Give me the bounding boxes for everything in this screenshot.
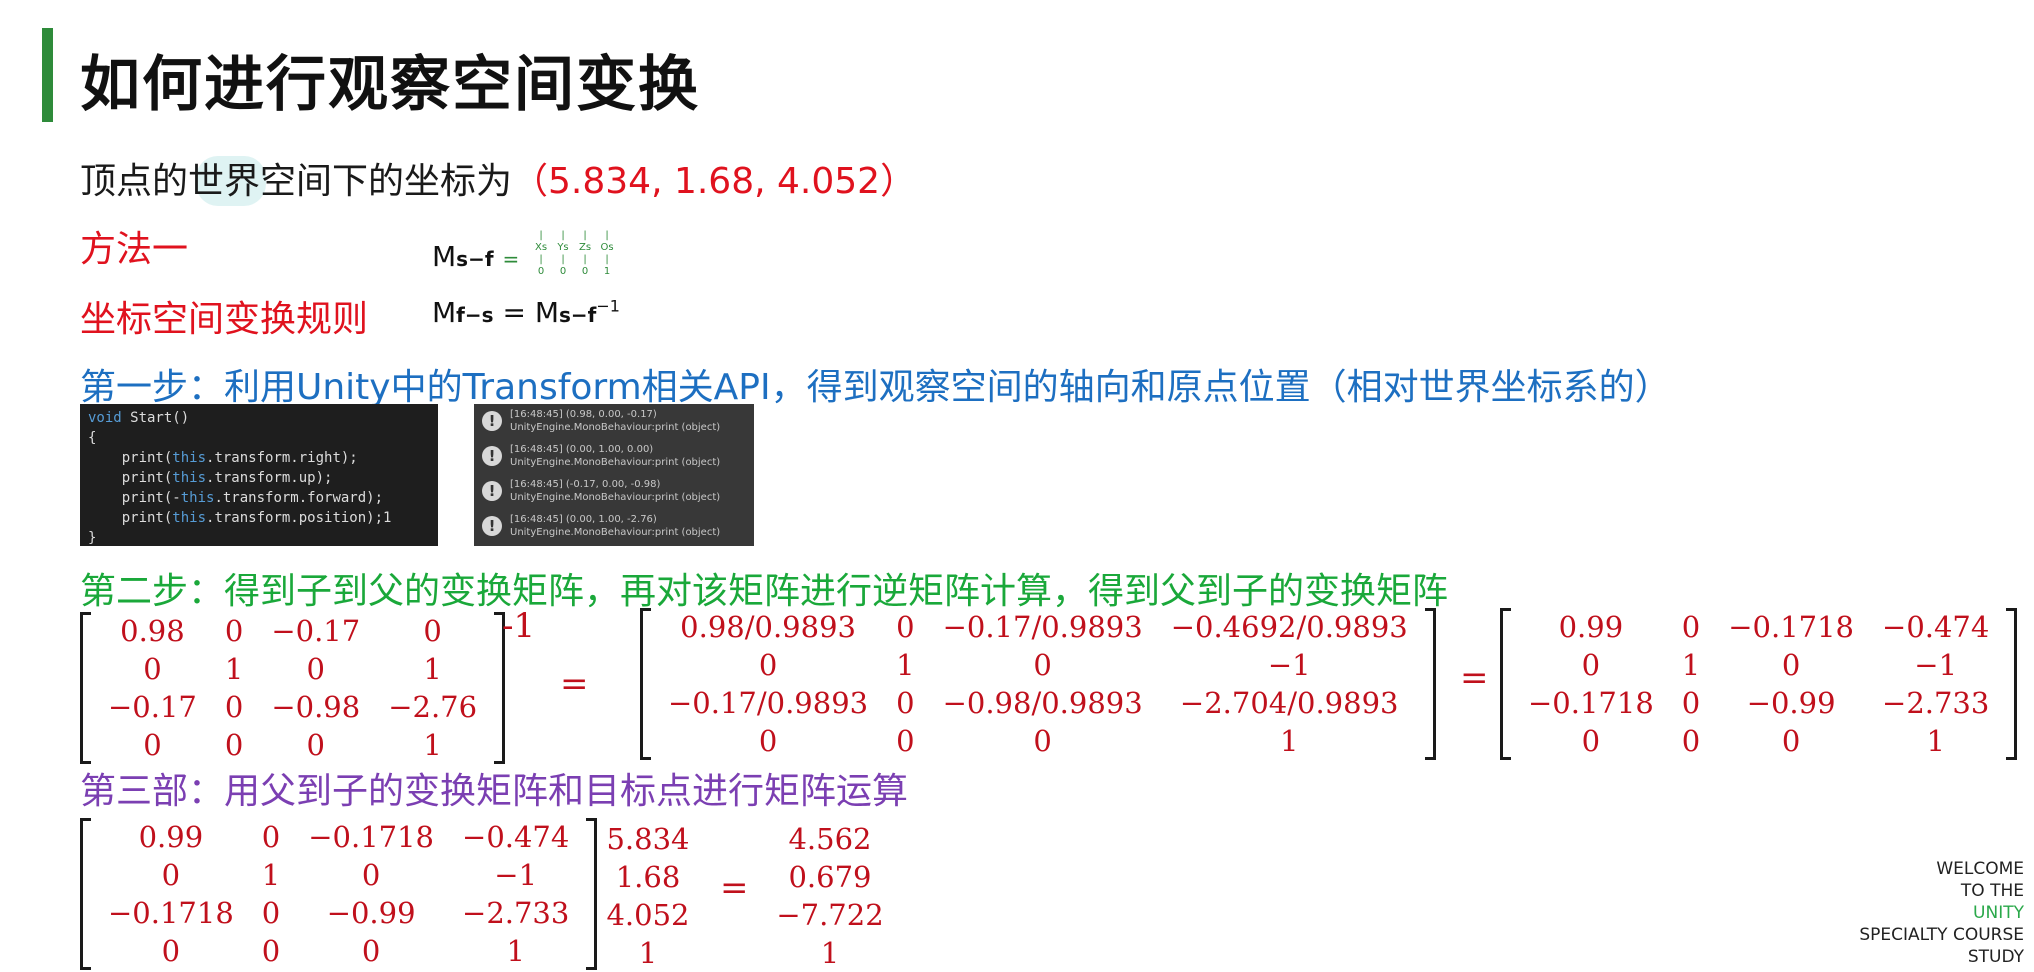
world-coordinate-label: 顶点的世界空间下的坐标为 <box>80 161 513 202</box>
parent-to-child-matrix: 0.99 0 −0.1718 −0.474 0 1 0 −1 −0.1718 0 −0.99 −2… <box>1500 608 2018 760</box>
world-coordinate-value: （5.834, 1.68, 4.052） <box>512 161 917 202</box>
world-coordinate-line: 顶点的世界空间下的坐标为（5.834, 1.68, 4.052） <box>80 152 916 204</box>
title-accent-bar <box>42 28 53 122</box>
console-log-entry[interactable]: ! [16:48:45] (0.00, 1.00, -2.76) UnityEngi… <box>474 509 754 544</box>
tiny-matrix-row: Xs Ys Zs Os <box>534 242 614 253</box>
tiny-matrix-row: 0001 <box>537 266 611 277</box>
code-snippet: void Start() { print(this.transform.righ… <box>80 404 438 546</box>
method-one-label: 方法一 <box>80 229 189 270</box>
info-icon: ! <box>482 481 502 501</box>
input-point-vector: 5.834 1.68 4.052 1 <box>606 822 690 970</box>
step-one-heading: 第一步：利用Unity中的Transform相关API，得到观察空间的轴向和原点… <box>80 367 1671 408</box>
transform-matrix: 0.99 0 −0.1718 −0.474 0 1 0 −1 −0.1718 0 −0.99 −2… <box>80 818 598 970</box>
inverse-computation-matrix: 0.98/0.9893 0 −0.17/0.9893 −0.4692/0.9893 0… <box>640 608 1436 760</box>
info-icon: ! <box>482 446 502 466</box>
inverse-superscript: -1 <box>502 606 536 646</box>
info-icon: ! <box>482 411 502 431</box>
console-log-entry[interactable]: ! [16:48:45] (0.98, 0.00, -0.17) UnityEngi… <box>474 404 754 439</box>
tiny-axis-matrix: | | | | Xs Ys Zs Os | | | | 0001 <box>530 230 618 278</box>
info-icon: ! <box>482 516 502 536</box>
step-three-heading: 第三部：用父到子的变换矩阵和目标点进行矩阵运算 <box>80 771 909 812</box>
formula-subscript: s−f <box>456 247 494 271</box>
console-log-entry[interactable]: ! [16:48:45] (-0.17, 0.00, -0.98) UnityEng… <box>474 474 754 509</box>
tiny-matrix-row: | | | | <box>539 254 609 265</box>
step-two-heading: 第二步：得到子到父的变换矩阵，再对该矩阵进行逆矩阵计算，得到父到子的变换矩阵 <box>80 571 1449 612</box>
child-to-parent-matrix: 0.98 0 −0.17 0 0101 −0.17 0 −0.98 −2.76 0001 <box>80 612 506 764</box>
matrix-s-f-formula: Ms−f = <box>432 240 519 273</box>
slide-title: 如何进行观察空间变换 <box>80 50 700 120</box>
console-log-entry[interactable]: ! [16:48:45] (0.00, 1.00, 0.00) UnityEngin… <box>474 439 754 474</box>
equals-sign: = <box>560 664 589 704</box>
course-brand-watermark: WELCOME TO THE UNITY SPECIALTY COURSE ST… <box>1859 859 2024 967</box>
formula-equals: = <box>502 247 520 271</box>
equals-sign: = <box>1460 658 1489 698</box>
formula-m: M <box>432 240 457 273</box>
tiny-matrix-row: | | | | <box>539 230 609 241</box>
transform-rule-label: 坐标空间变换规则 <box>80 299 369 340</box>
result-point-vector: 4.562 0.679 −7.722 1 <box>776 822 884 970</box>
unity-console-panel: ! [16:48:45] (0.98, 0.00, -0.17) UnityEngi… <box>474 404 754 546</box>
matrix-f-s-formula: Mf−s = Ms−f−1 <box>432 296 620 329</box>
equals-sign: = <box>720 868 749 908</box>
